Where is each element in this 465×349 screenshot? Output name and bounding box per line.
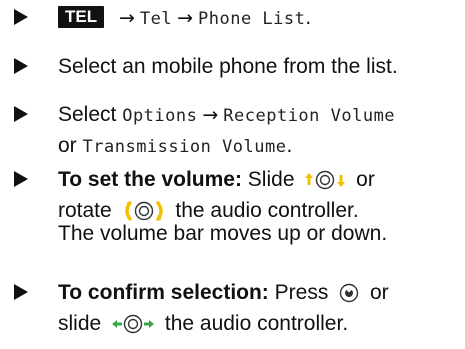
step-4-part2: or (350, 168, 375, 191)
menu-item-transmission-volume: Transmission Volume (82, 137, 287, 157)
step-3-prefix: Select (58, 103, 123, 126)
step-5-line2-prefix: slide (58, 312, 108, 335)
step-3-or: or (58, 134, 83, 157)
menu-item-phone-list: Phone List (198, 9, 306, 29)
arrow-separator: → (177, 7, 194, 29)
triangle-bullet-icon (14, 9, 28, 25)
note-text: The volume bar moves up or down. (58, 222, 388, 245)
step-3-end: . (286, 134, 293, 157)
step-1-end: . (305, 6, 312, 29)
slide-left-right-controller-icon (110, 313, 156, 344)
arrow-separator: → (118, 7, 135, 29)
triangle-bullet-icon (14, 58, 28, 74)
menu-item-options: Options (122, 106, 198, 126)
step-5-line2-suffix: the audio controller. (159, 312, 349, 335)
step-4-title: To set the volume: (58, 168, 242, 191)
step-4-part1: Slide (241, 168, 301, 191)
step-5-line-2: slide the audio controller. (58, 308, 458, 344)
step-3-line-1: Select Options → Reception Volume (58, 99, 458, 132)
step-3-line-2: or Transmission Volume. (58, 130, 458, 163)
step-2-text: Select an mobile phone from the list. (58, 55, 398, 78)
triangle-bullet-icon (14, 284, 28, 300)
triangle-bullet-icon (14, 171, 28, 187)
arrow-separator: → (202, 104, 219, 126)
step-5-part1: Press (268, 281, 335, 304)
tel-key-label: TEL (58, 6, 105, 28)
step-1-text: TEL → Tel → Phone List. (58, 2, 458, 35)
triangle-bullet-icon (14, 106, 28, 122)
step-5-part2: or (364, 281, 389, 304)
menu-item-reception-volume: Reception Volume (223, 106, 396, 126)
step-5-title: To confirm selection: (58, 281, 269, 304)
menu-item-tel: Tel (139, 9, 173, 29)
